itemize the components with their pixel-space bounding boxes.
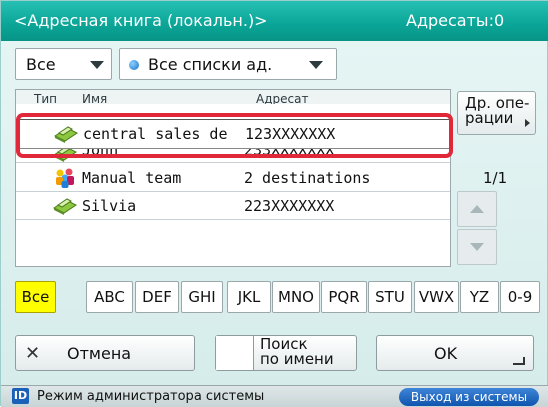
address-list-value: Все списки ад. (148, 54, 273, 74)
letter-tab-mno[interactable]: MNO (272, 281, 320, 313)
ok-button[interactable]: OK (376, 335, 534, 371)
cancel-label: Отмена (67, 344, 132, 363)
scroll-down-button[interactable] (457, 229, 497, 265)
selection-highlight (16, 113, 453, 158)
column-name[interactable]: Имя (82, 92, 107, 104)
cancel-button[interactable]: ✕ Отмена (15, 335, 195, 371)
chevron-down-icon (90, 61, 104, 69)
checkbox-icon (216, 336, 254, 370)
status-bar: ID Режим администратора системы Выход из… (1, 385, 548, 407)
column-type[interactable]: Тип (34, 92, 57, 104)
page-indicator: 1/1 (483, 169, 508, 187)
letter-tab-pqr[interactable]: PQR (321, 281, 367, 313)
letter-tab-vwx[interactable]: VWX (414, 281, 459, 313)
letter-tab-jkl[interactable]: JKL (227, 281, 271, 313)
list-bullet-icon (129, 60, 139, 70)
item-name: Manual team (82, 169, 182, 187)
fax-icon (53, 198, 77, 215)
scroll-up-button[interactable] (457, 191, 497, 227)
letter-tab-digits[interactable]: 0-9 (500, 281, 540, 313)
letter-tab-ghi[interactable]: GHI (181, 281, 223, 313)
admin-mode-text: Режим администратора системы (37, 389, 265, 404)
item-name: Silvia (82, 197, 137, 215)
column-address[interactable]: Адресат (256, 92, 308, 104)
type-filter-value: Все (26, 54, 56, 74)
letter-tab-stu[interactable]: STU (368, 281, 412, 313)
close-icon: ✕ (25, 343, 41, 364)
chevron-right-icon (525, 119, 530, 127)
item-address: 2 destinations (244, 169, 371, 187)
arrow-down-icon (470, 243, 484, 251)
list-item[interactable]: Manual team 2 destinations (16, 164, 450, 192)
screen-title: <Адресная книга (локальн.)> (14, 11, 268, 30)
list-header: Тип Имя Адресат (16, 90, 450, 104)
recipient-count: Адресаты:0 (406, 11, 505, 30)
id-icon: ID (12, 388, 29, 404)
enter-icon (513, 357, 525, 365)
type-filter-select[interactable]: Все (15, 48, 112, 80)
letter-tab-def[interactable]: DEF (135, 281, 179, 313)
arrow-up-icon (470, 205, 484, 213)
list-item[interactable]: Silvia 223XXXXXXX (16, 192, 450, 220)
letter-tab-abc[interactable]: ABC (86, 281, 133, 313)
ok-label: OK (434, 344, 458, 363)
address-book-screen: <Адресная книга (локальн.)> Адресаты:0 В… (0, 0, 548, 407)
other-operations-button[interactable]: Др. опе- рации (457, 91, 536, 135)
search-by-name-button[interactable]: Поиск по имени (215, 335, 357, 371)
address-list-select[interactable]: Все списки ад. (119, 48, 337, 80)
search-label-line2: по имени (260, 350, 334, 368)
title-bar: <Адресная книга (локальн.)> Адресаты:0 (1, 1, 548, 41)
letter-tab-all[interactable]: Все (15, 281, 56, 313)
chevron-down-icon (309, 61, 323, 69)
letter-tab-yz[interactable]: YZ (460, 281, 499, 313)
group-icon (56, 168, 74, 188)
logout-button[interactable]: Выход из системы (399, 388, 539, 406)
item-address: 223XXXXXXX (244, 197, 335, 215)
list-item-empty (16, 220, 450, 248)
